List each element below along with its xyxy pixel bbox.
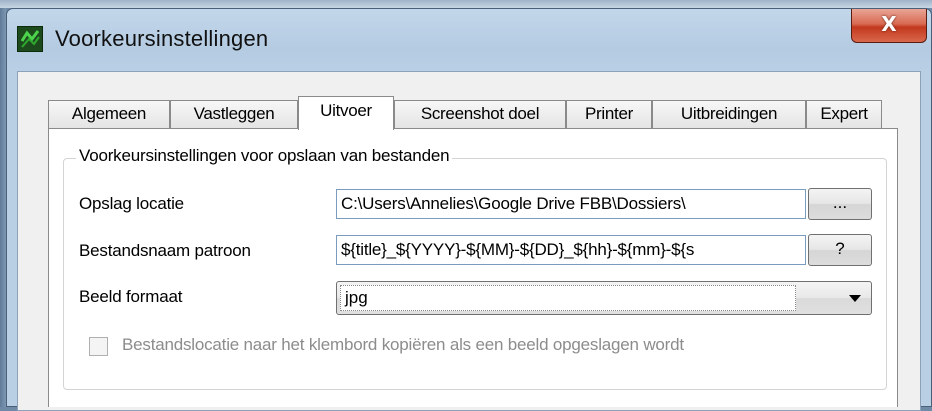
close-button[interactable]: X — [851, 9, 927, 43]
pattern-help-button[interactable]: ? — [808, 234, 872, 266]
filename-pattern-label: Bestandsnaam patroon — [79, 241, 251, 260]
tab-algemeen[interactable]: Algemeen — [48, 100, 170, 128]
tab-vastleggen[interactable]: Vastleggen — [170, 100, 298, 128]
storage-location-label: Opslag locatie — [79, 194, 184, 213]
image-format-value: jpg — [340, 285, 796, 311]
close-icon: X — [881, 12, 897, 36]
tab-printer[interactable]: Printer — [566, 100, 652, 128]
greenshot-icon — [17, 26, 43, 52]
title-bar[interactable]: Voorkeursinstellingen X — [7, 9, 931, 71]
image-format-label: Beeld formaat — [79, 287, 183, 306]
tab-screenshot-doel[interactable]: Screenshot doel — [394, 100, 566, 128]
group-legend: Voorkeursinstellingen voor opslaan van b… — [76, 146, 453, 166]
chevron-down-icon[interactable] — [849, 295, 861, 302]
image-format-select[interactable]: jpg — [336, 281, 872, 315]
tab-uitvoer[interactable]: Uitvoer — [298, 96, 394, 130]
desktop-background — [0, 0, 932, 8]
copy-to-clipboard-checkbox[interactable] — [89, 337, 108, 356]
copy-to-clipboard-label: Bestandslocatie naar het klembord kopiër… — [122, 335, 684, 354]
browse-button[interactable]: ... — [808, 188, 872, 220]
filename-pattern-input[interactable]: ${title}_${YYYY}-${MM}-${DD}_${hh}-${mm}… — [336, 235, 806, 265]
storage-location-input[interactable]: C:\Users\Annelies\Google Drive FBB\Dossi… — [336, 189, 806, 219]
window-title: Voorkeursinstellingen — [55, 26, 269, 51]
tab-uitbreidingen[interactable]: Uitbreidingen — [652, 100, 806, 128]
tab-expert[interactable]: Expert — [806, 100, 882, 128]
